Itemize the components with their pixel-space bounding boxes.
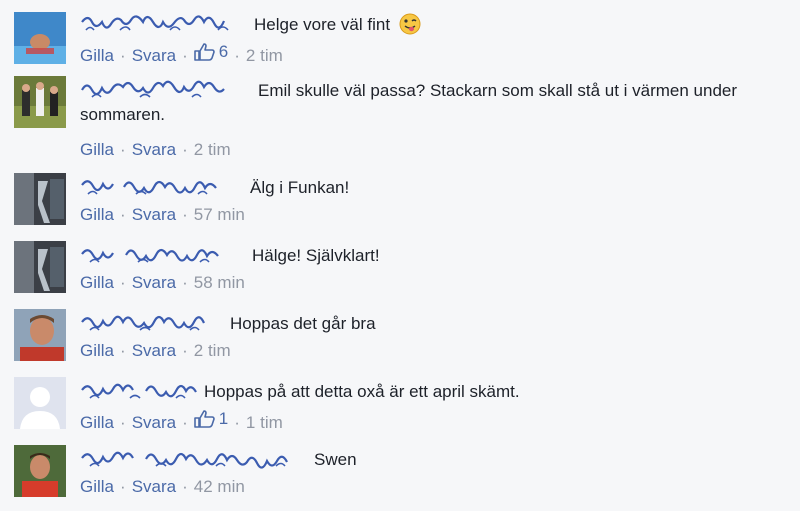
like-link[interactable]: Gilla (80, 413, 114, 432)
comment-feed: Helge vore väl fint Gilla · Svara · 6 · 2 tim (0, 0, 800, 511)
author-name-redacted[interactable] (80, 379, 202, 403)
comment-actions: Gilla · Svara · 6 · 2 tim (80, 41, 283, 65)
reply-link[interactable]: Svara (132, 205, 176, 224)
author-name-redacted[interactable] (80, 175, 248, 199)
comment-actions: Gilla · Svara · 2 tim (80, 140, 231, 159)
timestamp[interactable]: 2 tim (246, 46, 283, 65)
comment-text: Hälge! Självklart! (252, 246, 380, 265)
like-count[interactable]: 1 (193, 408, 228, 430)
timestamp[interactable]: 2 tim (194, 140, 231, 159)
comment-actions: Gilla · Svara · 42 min (80, 477, 245, 496)
author-name-redacted[interactable] (80, 311, 228, 335)
comment-actions: Gilla · Svara · 57 min (80, 205, 245, 224)
timestamp[interactable]: 42 min (194, 477, 245, 496)
like-link[interactable]: Gilla (80, 341, 114, 360)
comment-actions: Gilla · Svara · 1 · 1 tim (80, 408, 283, 432)
author-name-redacted[interactable] (80, 12, 252, 36)
author-name-redacted[interactable] (80, 78, 256, 102)
like-link[interactable]: Gilla (80, 477, 114, 496)
like-link[interactable]: Gilla (80, 205, 114, 224)
avatar[interactable] (14, 173, 66, 225)
comment-actions: Gilla · Svara · 2 tim (80, 341, 231, 360)
comment-text: Swen (314, 450, 357, 469)
author-name-redacted[interactable] (80, 447, 312, 471)
comment-actions: Gilla · Svara · 58 min (80, 273, 245, 292)
avatar[interactable] (14, 309, 66, 361)
timestamp[interactable]: 58 min (194, 273, 245, 292)
reply-link[interactable]: Svara (132, 140, 176, 159)
comment-text: Älg i Funkan! (250, 178, 350, 197)
comment-text: Hoppas på att detta oxå är ett april skä… (204, 382, 520, 401)
reply-link[interactable]: Svara (132, 413, 176, 432)
timestamp[interactable]: 1 tim (246, 413, 283, 432)
thumbs-up-icon (193, 43, 215, 61)
comment-text: Hoppas det går bra (230, 314, 376, 333)
timestamp[interactable]: 2 tim (194, 341, 231, 360)
like-count[interactable]: 6 (193, 41, 228, 63)
default-avatar-icon[interactable] (14, 377, 66, 429)
avatar[interactable] (14, 76, 66, 128)
reply-link[interactable]: Svara (132, 46, 176, 65)
timestamp[interactable]: 57 min (194, 205, 245, 224)
reply-link[interactable]: Svara (132, 477, 176, 496)
like-link[interactable]: Gilla (80, 140, 114, 159)
thumbs-up-icon (193, 410, 215, 428)
like-link[interactable]: Gilla (80, 273, 114, 292)
tongue-wink-emoji-icon (399, 13, 421, 35)
reply-link[interactable]: Svara (132, 273, 176, 292)
avatar[interactable] (14, 445, 66, 497)
author-name-redacted[interactable] (80, 243, 250, 267)
avatar[interactable] (14, 241, 66, 293)
reply-link[interactable]: Svara (132, 341, 176, 360)
like-link[interactable]: Gilla (80, 46, 114, 65)
comment-text: Helge vore väl fint (254, 15, 391, 34)
avatar[interactable] (14, 12, 66, 64)
